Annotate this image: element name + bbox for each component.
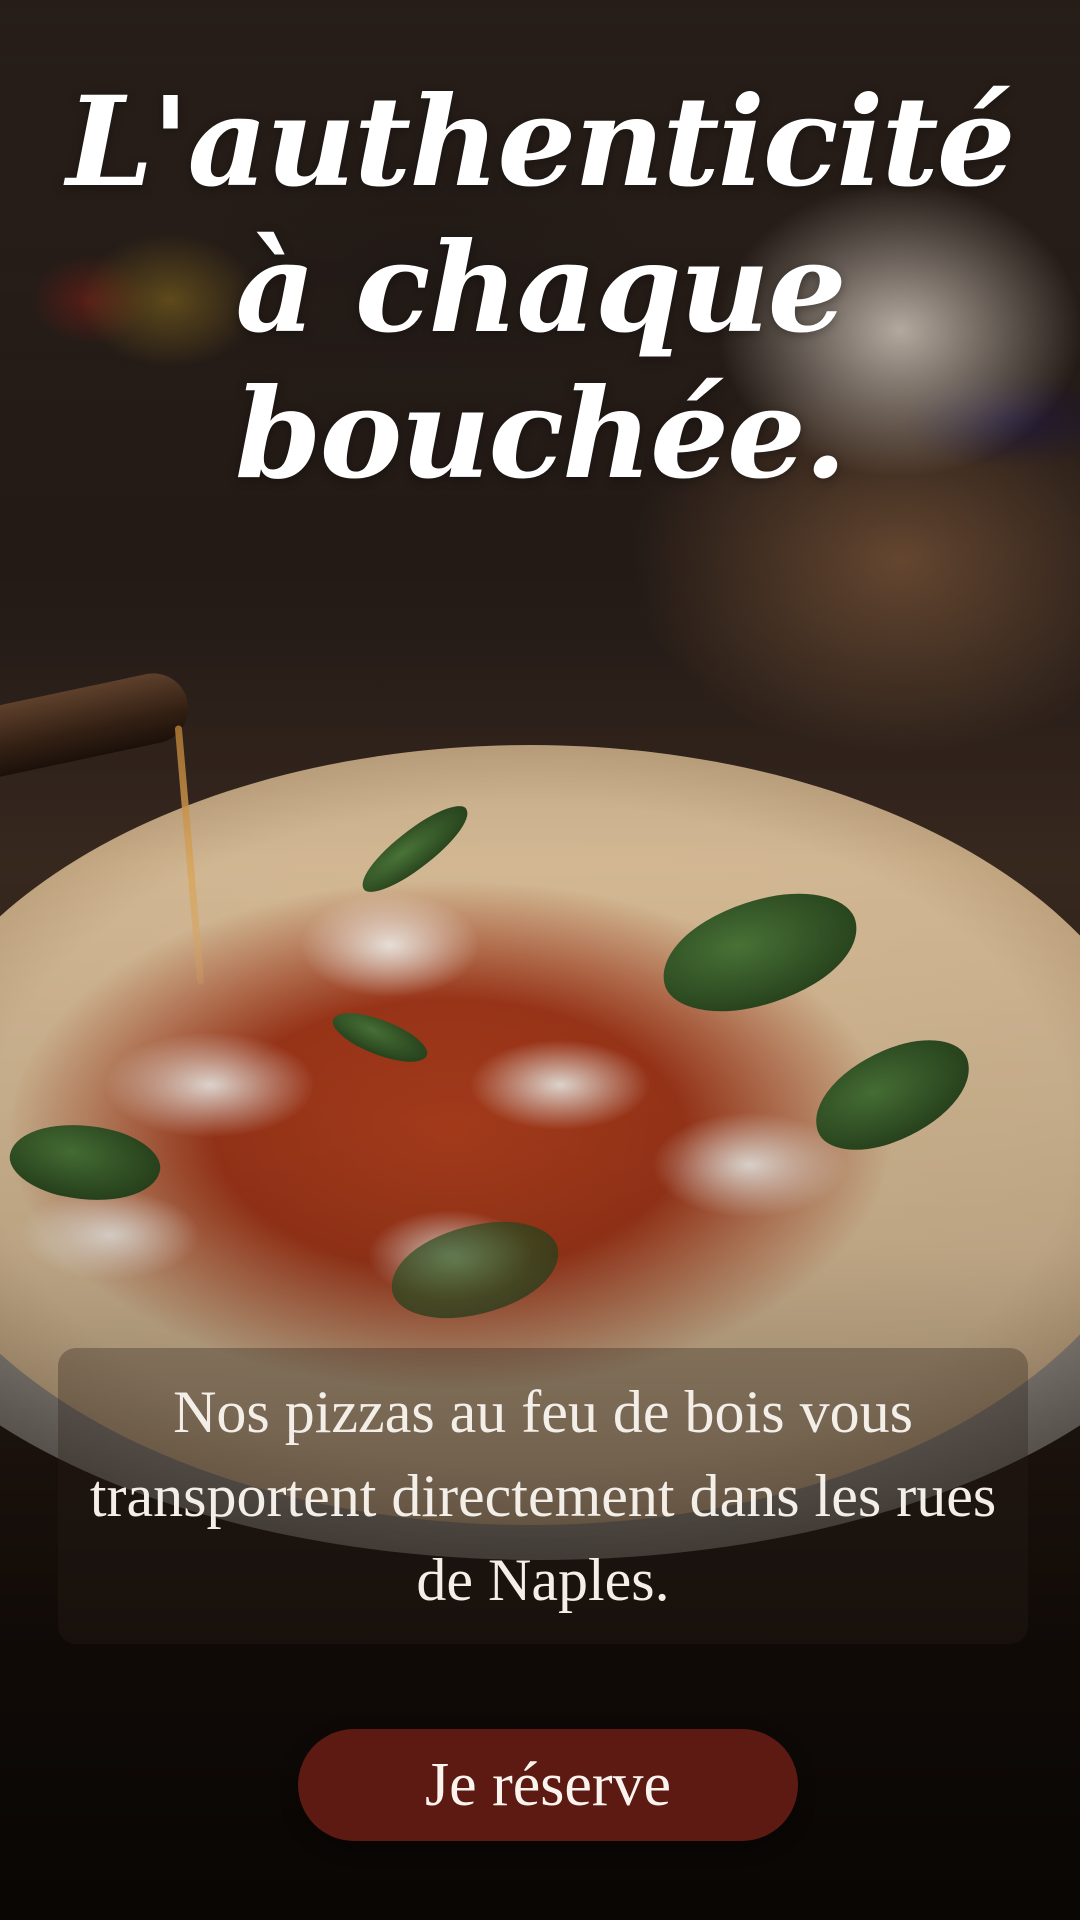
tagline-text: Nos pizzas au feu de bois vous transport… [89,1379,997,1613]
hero-title-line-2: à chaque [235,216,846,361]
reserve-button[interactable]: Je réserve [298,1729,798,1841]
hero-title: L'authenticité à chaque bouchée. [40,70,1040,508]
hero-title-line-1: L'authenticité [66,70,1015,215]
tagline-box: Nos pizzas au feu de bois vous transport… [58,1348,1028,1644]
hero-title-line-3: bouchée. [234,362,847,507]
landing-screen: L'authenticité à chaque bouchée. Nos piz… [0,0,1080,1920]
